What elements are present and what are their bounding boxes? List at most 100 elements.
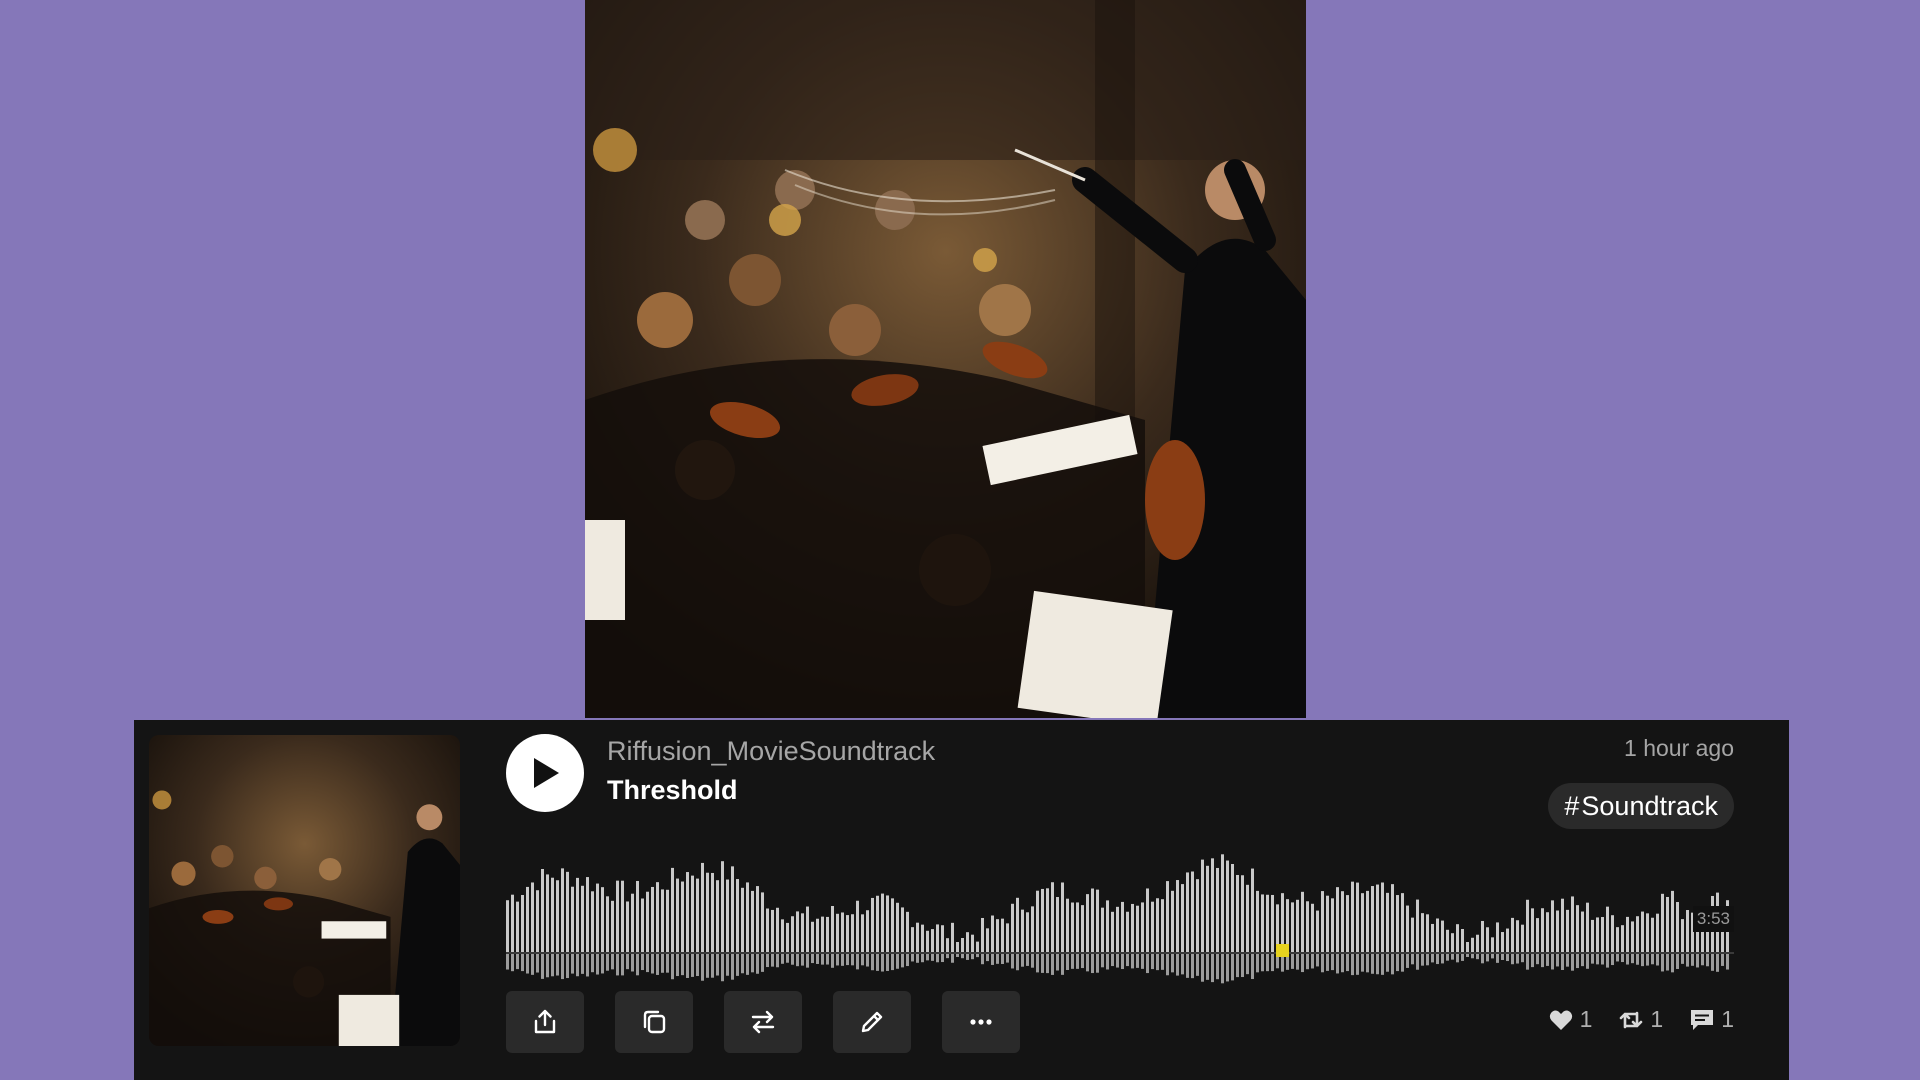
- waveform-bar: [721, 861, 724, 952]
- waveform-bar-reflection: [1346, 954, 1349, 972]
- waveform-bar-reflection: [1446, 954, 1449, 961]
- waveform-bar: [906, 911, 909, 952]
- waveform-bar-reflection: [1101, 954, 1104, 968]
- waveform-bar: [1376, 884, 1379, 952]
- waveform-bar: [1571, 896, 1574, 952]
- waveform-bar: [1066, 898, 1069, 952]
- genre-tag[interactable]: # Soundtrack: [1548, 783, 1734, 829]
- waveform-bar-reflection: [771, 954, 774, 967]
- waveform-bar: [1421, 913, 1424, 952]
- waveform-bar-reflection: [871, 954, 874, 971]
- waveform-bar-reflection: [1571, 954, 1574, 971]
- waveform-bar-reflection: [506, 954, 509, 970]
- waveform-bar: [571, 886, 574, 952]
- waveform-bar: [1451, 933, 1454, 952]
- waveform-bar: [1521, 924, 1524, 952]
- waveform-bar-reflection: [926, 954, 929, 961]
- waveform-bar: [1416, 899, 1419, 952]
- waveform-bar: [1496, 922, 1499, 952]
- waveform-bar-reflection: [1081, 954, 1084, 969]
- waveform-bar-reflection: [736, 954, 739, 976]
- share-button[interactable]: [506, 991, 584, 1053]
- waveform-bar-reflection: [1581, 954, 1584, 967]
- waveform-bar-reflection: [846, 954, 849, 966]
- waveform-bar: [646, 891, 649, 952]
- artist-name[interactable]: Riffusion_MovieSoundtrack: [607, 736, 935, 767]
- waveform-comment-marker[interactable]: [1276, 944, 1289, 957]
- waveform-bar: [896, 902, 899, 952]
- waveform-bar: [1271, 894, 1274, 952]
- waveform-bar-reflection: [1106, 954, 1109, 970]
- waveform-bar-reflection: [1076, 954, 1079, 969]
- waveform-bar-reflection: [896, 954, 899, 969]
- waveform-bar-reflection: [876, 954, 879, 971]
- waveform-scrubber[interactable]: [506, 854, 1734, 986]
- waveform-bar: [1191, 871, 1194, 952]
- waveform-bar-reflection: [881, 954, 884, 972]
- waveform-bar: [591, 891, 594, 952]
- play-button[interactable]: [506, 734, 584, 812]
- like-button[interactable]: 1: [1548, 1006, 1592, 1033]
- waveform-bar-reflection: [1436, 954, 1439, 965]
- waveform-bar-reflection: [1171, 954, 1174, 973]
- track-title[interactable]: Threshold: [607, 775, 738, 806]
- heart-icon: [1549, 1010, 1572, 1030]
- waveform-bar-reflection: [746, 954, 749, 975]
- waveform-bar-reflection: [1501, 954, 1504, 960]
- waveform-bar: [746, 882, 749, 952]
- waveform-bar: [1681, 919, 1684, 952]
- waveform-bar: [1666, 896, 1669, 952]
- waveform-bar-reflection: [591, 954, 594, 973]
- waveform-bar-reflection: [856, 954, 859, 970]
- waveform-bar-reflection: [1601, 954, 1604, 965]
- waveform-bar-reflection: [731, 954, 734, 980]
- waveform-bar-reflection: [921, 954, 924, 963]
- waveform-bar: [1611, 915, 1614, 952]
- waveform-bar: [1311, 903, 1314, 952]
- waveform-bar-reflection: [586, 954, 589, 977]
- waveform-bar-reflection: [576, 954, 579, 977]
- waveform-bar-reflection: [1421, 954, 1424, 966]
- cover-art-thumbnail[interactable]: [149, 735, 460, 1046]
- waveform-bar: [1546, 912, 1549, 952]
- waveform-baseline: [506, 952, 1734, 954]
- waveform-bar: [846, 915, 849, 952]
- waveform-bar-reflection: [1131, 954, 1134, 969]
- waveform-bar-reflection: [1541, 954, 1544, 968]
- waveform-bar-reflection: [1621, 954, 1624, 963]
- waveform-bar: [1221, 854, 1224, 952]
- waveform-bar: [1146, 888, 1149, 952]
- share-icon: [534, 1009, 556, 1034]
- waveform-bar: [666, 889, 669, 952]
- waveform-bar-reflection: [906, 954, 909, 967]
- waveform-bar: [656, 882, 659, 952]
- waveform-bar-reflection: [1666, 954, 1669, 971]
- waveform-bar: [546, 874, 549, 952]
- waveform-bar-reflection: [571, 954, 574, 974]
- waveform-bar-reflection: [561, 954, 564, 980]
- comment-count: 1: [1721, 1006, 1734, 1032]
- waveform-bar: [916, 922, 919, 952]
- waveform-bar: [1046, 888, 1049, 952]
- waveform-bar: [1531, 908, 1534, 952]
- comment-button[interactable]: 1: [1689, 1006, 1734, 1033]
- waveform-bar: [1511, 917, 1514, 952]
- waveform-bar-reflection: [601, 954, 604, 974]
- waveform-bar: [881, 893, 884, 952]
- more-options-button[interactable]: [942, 991, 1020, 1053]
- swap-button[interactable]: [724, 991, 802, 1053]
- waveform-bar: [831, 905, 834, 952]
- waveform-bar: [1616, 927, 1619, 952]
- waveform-bar: [1596, 917, 1599, 952]
- waveform-bar-reflection: [566, 954, 569, 979]
- waveform-bar: [836, 913, 839, 952]
- edit-button[interactable]: [833, 991, 911, 1053]
- waveform-bar-reflection: [671, 954, 674, 980]
- waveform-bar-reflection: [1611, 954, 1614, 966]
- copy-button[interactable]: [615, 991, 693, 1053]
- waveform-bar-reflection: [1156, 954, 1159, 971]
- remix-button[interactable]: 1: [1618, 1006, 1663, 1033]
- waveform-bar-reflection: [1326, 954, 1329, 971]
- play-icon: [534, 758, 559, 788]
- waveform-bar-reflection: [1721, 954, 1724, 966]
